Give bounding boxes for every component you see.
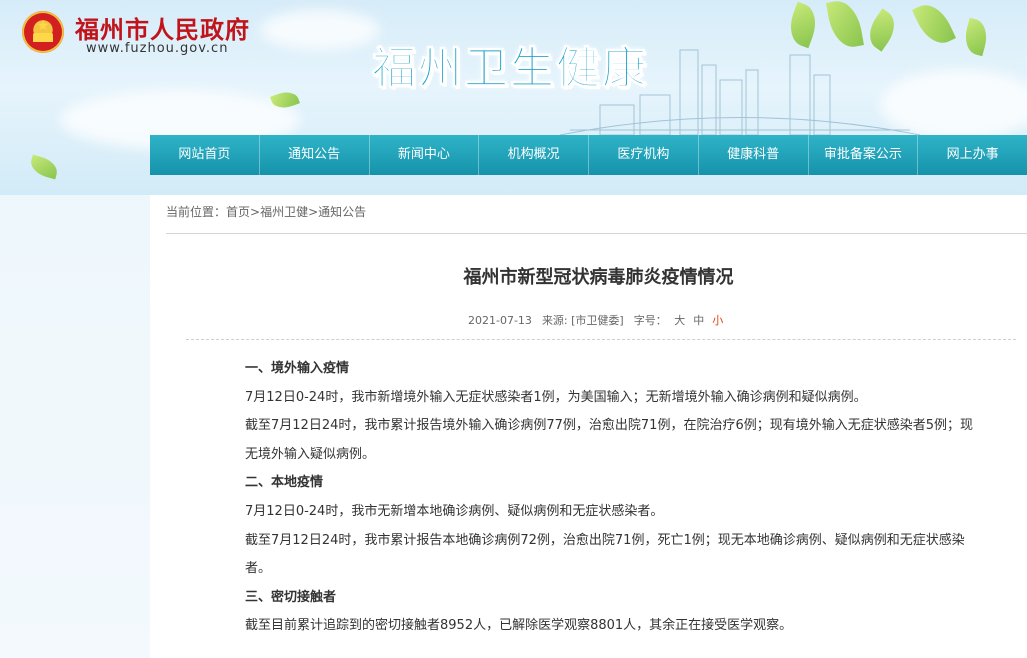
breadcrumb-prefix: 当前位置： bbox=[166, 205, 227, 219]
article-meta: 2021-07-13 来源: [市卫健委] 字号： 大中小 bbox=[468, 312, 727, 328]
nav-home[interactable]: 网站首页 bbox=[150, 135, 260, 175]
nav-health-education[interactable]: 健康科普 bbox=[699, 135, 809, 175]
national-emblem-icon: ★ bbox=[22, 11, 64, 53]
article-paragraph: 截至7月12日24时，我市累计报告本地确诊病例72例，治愈出院71例，死亡1例；… bbox=[245, 532, 965, 577]
cloud-decoration bbox=[260, 10, 380, 50]
font-size-label: 字号： bbox=[633, 314, 667, 327]
article-title: 福州市新型冠状病毒肺炎疫情情况 bbox=[463, 267, 734, 288]
nav-approval-filing[interactable]: 审批备案公示 bbox=[809, 135, 919, 175]
breadcrumb-separator: > bbox=[308, 205, 319, 219]
breadcrumb-fuzhou-health[interactable]: 福州卫健 bbox=[260, 205, 308, 219]
nav-organization[interactable]: 机构概况 bbox=[479, 135, 589, 175]
nav-online-services[interactable]: 网上办事 bbox=[918, 135, 1027, 175]
font-size-large-button[interactable]: 大 bbox=[674, 314, 685, 327]
article-paragraph: 7月12日0-24时，我市无新增本地确诊病例、疑似病例和无症状感染者。 bbox=[245, 503, 664, 519]
font-size-small-button[interactable]: 小 bbox=[712, 314, 723, 327]
section-heading: 三、密切接触者 bbox=[245, 589, 337, 605]
divider bbox=[166, 233, 1027, 234]
font-size-medium-button[interactable]: 中 bbox=[693, 314, 704, 327]
nav-notices[interactable]: 通知公告 bbox=[260, 135, 370, 175]
breadcrumb-separator: > bbox=[250, 205, 261, 219]
article-paragraph: 截至目前累计追踪到的密切接触者8952人，已解除医学观察8801人，其余正在接受… bbox=[245, 618, 793, 634]
article-paragraph: 7月12日0-24时，我市新增境外输入无症状感染者1例，为美国输入；无新增境外输… bbox=[245, 389, 867, 405]
section-heading: 一、境外输入疫情 bbox=[245, 361, 350, 376]
nav-medical-institutions[interactable]: 医疗机构 bbox=[589, 135, 699, 175]
leaf-decoration bbox=[960, 17, 992, 57]
article-date: 2021-07-13 bbox=[468, 314, 532, 327]
site-url[interactable]: www.fuzhou.gov.cn bbox=[86, 41, 228, 56]
article-body: 一、境外输入疫情 7月12日0-24时，我市新增境外输入无症状感染者1例，为美国… bbox=[245, 355, 985, 641]
article-panel: 当前位置：首页>福州卫健>通知公告 福州市新型冠状病毒肺炎疫情情况 2021-0… bbox=[150, 195, 1027, 658]
article-source: 来源: [市卫健委] bbox=[541, 314, 624, 327]
site-brand-title: 福州卫生健康 bbox=[372, 43, 648, 95]
site-name[interactable]: 福州市人民政府 bbox=[75, 10, 250, 45]
breadcrumb-home[interactable]: 首页 bbox=[226, 205, 250, 219]
divider bbox=[186, 339, 1016, 340]
breadcrumb-notices[interactable]: 通知公告 bbox=[318, 205, 366, 219]
article-paragraph: 截至7月12日24时，我市累计报告境外输入确诊病例77例，治愈出院71例，在院治… bbox=[245, 418, 973, 462]
section-heading: 二、本地疫情 bbox=[245, 475, 324, 491]
leaf-decoration bbox=[28, 154, 60, 180]
nav-news[interactable]: 新闻中心 bbox=[370, 135, 480, 175]
breadcrumb: 当前位置：首页>福州卫健>通知公告 bbox=[166, 203, 366, 220]
main-navigation: 网站首页 通知公告 新闻中心 机构概况 医疗机构 健康科普 审批备案公示 网上办… bbox=[150, 135, 1027, 175]
